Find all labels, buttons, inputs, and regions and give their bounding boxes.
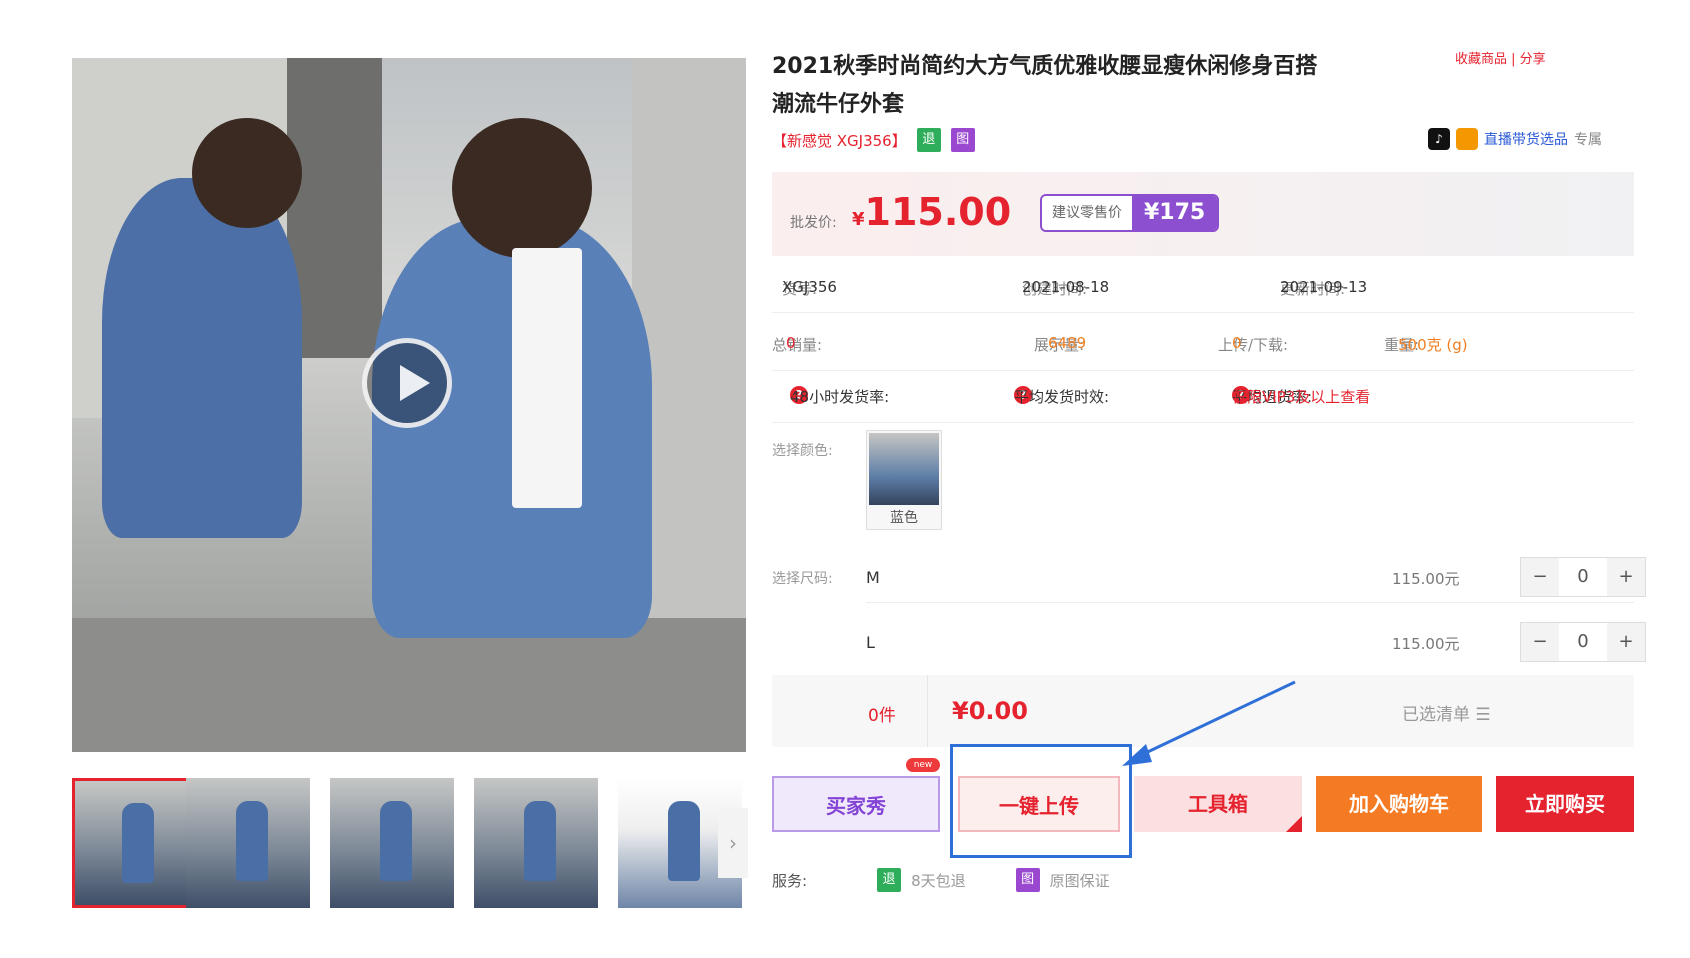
- tiktok-icon: ♪: [1428, 128, 1450, 150]
- refund-badge: 退: [877, 868, 902, 892]
- total-price: ¥0.00: [952, 697, 1028, 725]
- created-date: 2021-08-18: [1022, 278, 1110, 296]
- add-to-cart-button[interactable]: 加入购物车: [1316, 776, 1482, 832]
- favorite-share-links[interactable]: 收藏商品 | 分享: [1455, 48, 1546, 67]
- info-row-metrics: ? 48小时发货率: -- ? 平均发货时效: -- ? 平均退货率: 仅限VI…: [772, 370, 1634, 423]
- service-label: 服务:: [772, 871, 808, 890]
- thumbnail-1[interactable]: [72, 778, 196, 908]
- original-image-badge: 图: [1015, 868, 1040, 892]
- info-row-dates: 货号: XGJ356 创建时间: 2021-08-18 更新时间: 2021-0…: [772, 262, 1634, 313]
- live-icon: [1456, 128, 1478, 150]
- price-bar: 批发价: ¥115.00 建议零售价 ¥175: [772, 172, 1634, 256]
- toolbox-button[interactable]: 工具箱: [1134, 776, 1302, 832]
- info-row-stats: 总销量: 0 展示量: 6489 上传/下载: 0 重量: 500克 (g): [772, 318, 1634, 371]
- original-image-badge: 图: [950, 128, 975, 152]
- thumbnail-3[interactable]: [330, 778, 454, 908]
- selected-list-link[interactable]: 已选清单 ☰: [1402, 700, 1491, 725]
- live-suffix: 专属: [1574, 132, 1602, 148]
- views-value: 6489: [1048, 334, 1087, 352]
- size-price-l: 115.00元: [1392, 635, 1460, 653]
- color-label: 选择颜色:: [772, 443, 833, 459]
- uploads-value: 0: [1232, 334, 1242, 352]
- thumbnail-next-arrow[interactable]: ›: [718, 808, 748, 878]
- product-tag-line: 【新感觉 XGJ356】 退 图: [772, 128, 975, 152]
- wholesale-label: 批发价:: [790, 215, 837, 231]
- decrease-button[interactable]: −: [1521, 623, 1559, 661]
- buyer-show-button[interactable]: 买家秀: [772, 776, 940, 832]
- size-label: 选择尺码:: [772, 571, 833, 587]
- wholesale-price: ¥115.00: [852, 190, 1012, 234]
- live-selection-link[interactable]: ♪ 直播带货选品 专属: [1428, 128, 1602, 150]
- service-refund: 8天包退: [911, 871, 966, 890]
- play-video-button[interactable]: [362, 338, 452, 428]
- size-name-m: M: [866, 568, 880, 587]
- product-code-tag: 【新感觉 XGJ356】: [772, 131, 907, 150]
- thumbnail-4[interactable]: [474, 778, 598, 908]
- weight-value: 500克 (g): [1398, 336, 1468, 354]
- quantity-stepper-l[interactable]: − 0 +: [1520, 622, 1646, 662]
- decrease-button[interactable]: −: [1521, 558, 1559, 596]
- sku-value: XGJ356: [782, 278, 837, 296]
- retail-price: ¥175: [1132, 196, 1218, 230]
- size-price-m: 115.00元: [1392, 570, 1460, 588]
- color-option-blue[interactable]: 蓝色: [866, 430, 942, 530]
- refund-badge: 退: [916, 128, 941, 152]
- increase-button[interactable]: +: [1607, 558, 1645, 596]
- sales-value: 0: [786, 334, 796, 352]
- quantity-stepper-m[interactable]: − 0 +: [1520, 557, 1646, 597]
- retail-price-badge: 建议零售价 ¥175: [1040, 194, 1220, 232]
- service-row: 服务: 退 8天包退 图 原图保证: [772, 868, 1110, 892]
- annotation-arrow: [1122, 680, 1296, 766]
- buy-now-button[interactable]: 立即购买: [1496, 776, 1634, 832]
- increase-button[interactable]: +: [1607, 623, 1645, 661]
- size-name-l: L: [866, 633, 875, 652]
- selected-count: 0件: [868, 706, 896, 726]
- new-badge: new: [906, 758, 940, 772]
- highlight-box: [950, 744, 1132, 858]
- updated-date: 2021-09-13: [1280, 278, 1368, 296]
- live-label: 直播带货选品: [1484, 132, 1568, 148]
- thumbnail-2[interactable]: [186, 778, 310, 908]
- product-title: 2021秋季时尚简约大方气质优雅收腰显瘦休闲修身百搭潮流牛仔外套: [772, 54, 1318, 117]
- refund-vip-link[interactable]: 仅限VIP3及以上查看: [1232, 386, 1370, 407]
- retail-label: 建议零售价: [1042, 196, 1132, 230]
- service-original: 原图保证: [1049, 871, 1110, 890]
